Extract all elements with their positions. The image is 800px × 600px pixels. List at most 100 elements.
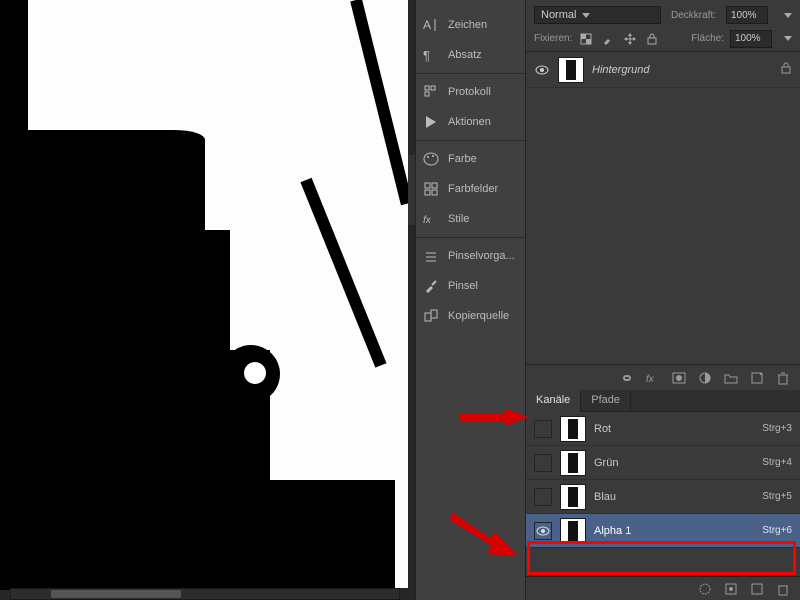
lock-label: Fixieren: (534, 33, 572, 44)
lock-transparent-icon[interactable] (578, 31, 594, 47)
panel-protokoll[interactable]: Protokoll (416, 77, 525, 107)
visibility-toggle[interactable] (534, 454, 552, 472)
channel-row-alpha1[interactable]: Alpha 1 Strg+6 (526, 514, 800, 548)
horizontal-scrollbar[interactable] (10, 588, 400, 600)
blend-mode-value: Normal (541, 9, 576, 21)
canvas-area[interactable] (0, 0, 415, 600)
chevron-down-icon[interactable] (784, 36, 792, 41)
channel-name: Blau (594, 491, 754, 503)
tab-label: Kanäle (536, 394, 570, 406)
panel-pinsel[interactable]: Pinsel (416, 271, 525, 301)
brush-icon (422, 277, 440, 295)
channel-thumbnail[interactable] (560, 518, 586, 544)
opacity-value: 100% (731, 10, 757, 21)
adjustment-icon[interactable] (698, 371, 712, 385)
channel-thumbnail[interactable] (560, 484, 586, 510)
panel-label: Stile (448, 213, 469, 225)
collapsed-panels: A Zeichen ¶ Absatz Protokoll Aktionen Fa… (415, 0, 525, 600)
panel-aktionen[interactable]: Aktionen (416, 107, 525, 137)
panel-label: Aktionen (448, 116, 491, 128)
palette-icon (422, 150, 440, 168)
mask-icon[interactable] (672, 371, 686, 385)
fill-value: 100% (735, 33, 761, 44)
character-icon: A (422, 16, 440, 34)
channel-thumbnail[interactable] (560, 450, 586, 476)
channel-name: Alpha 1 (594, 525, 754, 537)
tab-label: Pfade (591, 394, 620, 406)
panel-label: Protokoll (448, 86, 491, 98)
clone-source-icon (422, 307, 440, 325)
layer-row-background[interactable]: Hintergrund (526, 52, 800, 88)
channel-name: Rot (594, 423, 754, 435)
vertical-scrollbar[interactable] (408, 155, 415, 225)
lock-icon (780, 62, 792, 77)
tab-pfade[interactable]: Pfade (581, 390, 631, 412)
channel-row-gruen[interactable]: Grün Strg+4 (526, 446, 800, 480)
panel-label: Kopierquelle (448, 310, 509, 322)
brush-presets-icon (422, 247, 440, 265)
channel-shortcut: Strg+3 (762, 423, 792, 434)
channels-footer (526, 576, 800, 600)
opacity-label: Deckkraft: (671, 10, 716, 21)
layer-name: Hintergrund (592, 64, 772, 76)
horizontal-scrollbar-thumb[interactable] (51, 590, 181, 598)
document-image (0, 0, 408, 588)
panel-farbfelder[interactable]: Farbfelder (416, 174, 525, 204)
panel-label: Pinsel (448, 280, 478, 292)
panel-stile[interactable]: fx Stile (416, 204, 525, 234)
chevron-down-icon[interactable] (784, 13, 792, 18)
save-selection-icon[interactable] (724, 582, 738, 596)
trash-icon[interactable] (776, 371, 790, 385)
panel-label: Zeichen (448, 19, 487, 31)
history-icon (422, 83, 440, 101)
layer-thumbnail[interactable] (558, 57, 584, 83)
panel-absatz[interactable]: ¶ Absatz (416, 40, 525, 70)
load-selection-icon[interactable] (698, 582, 712, 596)
visibility-toggle[interactable] (534, 488, 552, 506)
channel-shortcut: Strg+6 (762, 525, 792, 536)
channel-thumbnail[interactable] (560, 416, 586, 442)
new-channel-icon[interactable] (750, 582, 764, 596)
layers-list: Hintergrund (526, 52, 800, 364)
channel-shortcut: Strg+5 (762, 491, 792, 502)
lock-position-icon[interactable] (622, 31, 638, 47)
svg-text:fx: fx (423, 215, 432, 226)
fx-icon[interactable]: fx (646, 371, 660, 385)
right-panels: Normal Deckkraft: 100% Fixieren: Fläche:… (525, 0, 800, 600)
panel-kopierquelle[interactable]: Kopierquelle (416, 301, 525, 331)
lock-pixels-icon[interactable] (600, 31, 616, 47)
panel-zeichen[interactable]: A Zeichen (416, 10, 525, 40)
panel-pinselvorgaben[interactable]: Pinselvorga... (416, 241, 525, 271)
visibility-toggle[interactable] (534, 522, 552, 540)
blend-mode-dropdown[interactable]: Normal (534, 6, 661, 24)
folder-icon[interactable] (724, 371, 738, 385)
new-layer-icon[interactable] (750, 371, 764, 385)
panel-label: Farbfelder (448, 183, 498, 195)
panel-label: Absatz (448, 49, 482, 61)
channel-row-rot[interactable]: Rot Strg+3 (526, 412, 800, 446)
chevron-down-icon (582, 13, 590, 18)
panel-farbe[interactable]: Farbe (416, 144, 525, 174)
opacity-input[interactable]: 100% (726, 6, 768, 24)
link-icon[interactable] (620, 371, 634, 385)
lock-row: Fixieren: Fläche: 100% (526, 26, 800, 52)
channels-list: Rot Strg+3 Grün Strg+4 Blau Strg+5 A (526, 412, 800, 576)
svg-text:fx: fx (646, 374, 655, 385)
panel-label: Farbe (448, 153, 477, 165)
layers-footer: fx (526, 364, 800, 390)
svg-text:A: A (423, 18, 431, 32)
tab-kanale[interactable]: Kanäle (526, 390, 581, 412)
fill-input[interactable]: 100% (730, 30, 772, 48)
channel-shortcut: Strg+4 (762, 457, 792, 468)
panel-label: Pinselvorga... (448, 250, 515, 262)
paragraph-icon: ¶ (422, 46, 440, 64)
play-icon (422, 113, 440, 131)
channel-row-blau[interactable]: Blau Strg+5 (526, 480, 800, 514)
svg-text:¶: ¶ (423, 48, 430, 63)
visibility-toggle[interactable] (534, 420, 552, 438)
layers-header: Normal Deckkraft: 100% (526, 0, 800, 26)
swatches-icon (422, 180, 440, 198)
visibility-toggle[interactable] (534, 62, 550, 78)
trash-icon[interactable] (776, 582, 790, 596)
lock-all-icon[interactable] (644, 31, 660, 47)
